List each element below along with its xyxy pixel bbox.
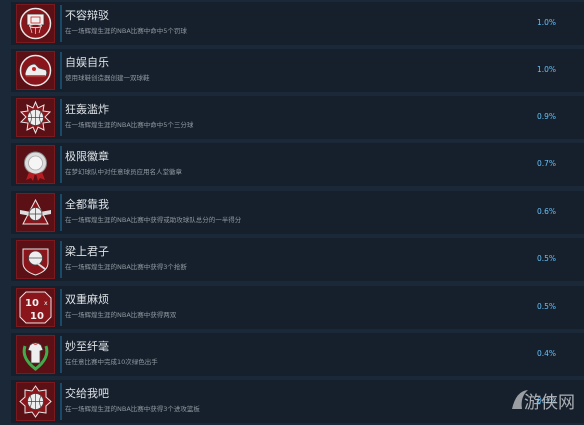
steal-ball-icon: [16, 240, 55, 279]
achievement-percent: 0.6%: [536, 207, 556, 216]
achievement-description: 在一场辉煌生涯的NBA比赛中命中5个罚球: [65, 27, 187, 35]
badge-medal-icon: [16, 145, 55, 184]
achievement-description: 在一场辉煌生涯的NBA比赛中获得两双: [65, 311, 177, 319]
achievement-row[interactable]: 极限徽章 在梦幻球队中对任意球员应用名人堂徽章 0.7%: [11, 143, 584, 186]
progress-indicator: [60, 241, 62, 278]
achievement-row[interactable]: 梁上君子 在一场辉煌生涯的NBA比赛中获得3个抢断 0.5%: [11, 238, 584, 281]
achievement-title: 双重麻烦: [65, 293, 109, 306]
progress-indicator: [60, 336, 62, 373]
achievement-description: 在一场辉煌生涯的NBA比赛中命中5个三分球: [65, 121, 194, 129]
achievement-title: 自娱自乐: [65, 56, 109, 69]
basketball-wings-icon: [16, 193, 55, 232]
achievement-row[interactable]: 自娱自乐 使用球鞋创造器创建一双球鞋 1.0%: [11, 49, 584, 92]
achievement-percent: 0.5%: [536, 254, 556, 263]
achievement-row[interactable]: 10 10 x 双重麻烦 在一场辉煌生涯的NBA比赛中获得两双 0.5%: [11, 286, 584, 329]
achievement-title: 极限徽章: [65, 150, 109, 163]
svg-text:10: 10: [25, 298, 39, 309]
progress-indicator: [60, 5, 62, 42]
achievement-row[interactable]: 不容辩驳 在一场辉煌生涯的NBA比赛中命中5个罚球 1.0%: [11, 2, 584, 45]
achievement-row[interactable]: 妙至纤毫 在任意比赛中完成10次绿色出手 0.4%: [11, 333, 584, 376]
achievement-percent: 0.9%: [536, 112, 556, 121]
achievement-percent: 1.0%: [536, 65, 556, 74]
achievement-description: 在一场辉煌生涯的NBA比赛中获得或助攻球队总分的一半得分: [65, 216, 242, 224]
achievement-row[interactable]: 狂轰滥炸 在一场辉煌生涯的NBA比赛中命中5个三分球 0.9%: [11, 96, 584, 139]
achievement-percent: 0.4%: [536, 349, 556, 358]
progress-indicator: [60, 383, 62, 420]
achievement-description: 在梦幻球队中对任意球员应用名人堂徽章: [65, 168, 182, 176]
achievement-title: 不容辩驳: [65, 9, 109, 22]
rebound-ball-icon: [16, 382, 55, 421]
achievement-title: 妙至纤毫: [65, 340, 109, 353]
achievement-description: 在任意比赛中完成10次绿色出手: [65, 358, 158, 366]
achievement-title: 全都靠我: [65, 198, 109, 211]
achievement-list: 不容辩驳 在一场辉煌生涯的NBA比赛中命中5个罚球 1.0% 自娱自乐 使用球鞋…: [0, 0, 584, 425]
double-double-icon: 10 10 x: [16, 288, 55, 327]
progress-indicator: [60, 146, 62, 183]
achievement-percent: 1.0%: [536, 18, 556, 27]
svg-text:10: 10: [30, 311, 44, 322]
basketball-hoop-icon: [16, 4, 55, 43]
achievement-percent: 0.7%: [536, 159, 556, 168]
achievement-title: 交给我吧: [65, 387, 109, 400]
svg-text:x: x: [44, 300, 48, 307]
progress-indicator: [60, 99, 62, 136]
jersey-wreath-icon: [16, 335, 55, 374]
watermark-text: 游侠网: [524, 393, 575, 413]
progress-indicator: [60, 289, 62, 326]
progress-indicator: [60, 194, 62, 231]
achievement-description: 在一场辉煌生涯的NBA比赛中获得3个进攻篮板: [65, 405, 200, 413]
achievement-row[interactable]: 全都靠我 在一场辉煌生涯的NBA比赛中获得或助攻球队总分的一半得分 0.6%: [11, 191, 584, 234]
sneaker-icon: [16, 51, 55, 90]
watermark-logo: 游侠网: [508, 385, 578, 415]
achievement-description: 使用球鞋创造器创建一双球鞋: [65, 74, 150, 82]
achievement-title: 狂轰滥炸: [65, 103, 109, 116]
achievement-percent: 0.5%: [536, 302, 556, 311]
achievement-row[interactable]: 交给我吧 在一场辉煌生涯的NBA比赛中获得3个进攻篮板 0.3%: [11, 380, 584, 423]
basketball-burst-icon: [16, 98, 55, 137]
achievement-title: 梁上君子: [65, 245, 109, 258]
achievement-description: 在一场辉煌生涯的NBA比赛中获得3个抢断: [65, 263, 187, 271]
progress-indicator: [60, 52, 62, 89]
